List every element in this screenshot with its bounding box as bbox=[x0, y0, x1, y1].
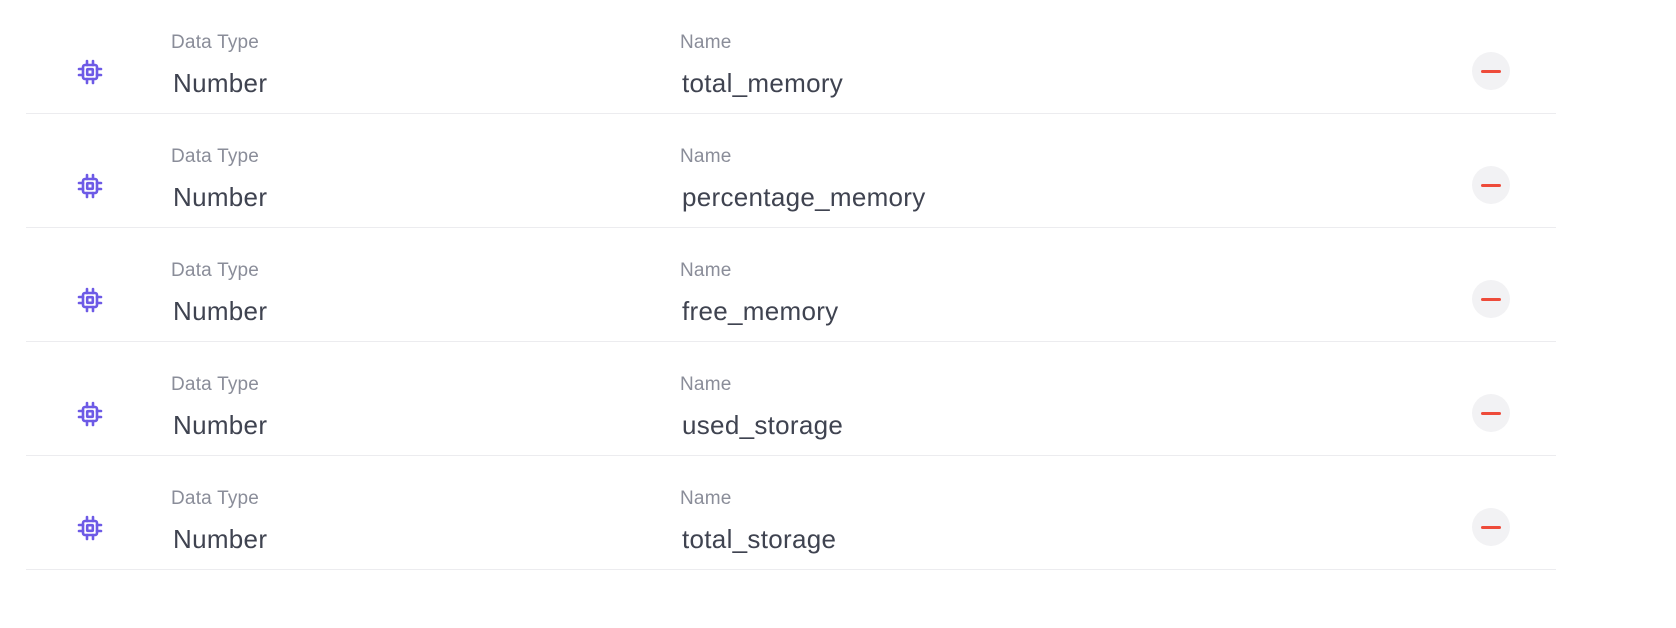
data-type-value[interactable]: Number bbox=[173, 296, 267, 327]
remove-field-button[interactable] bbox=[1472, 166, 1510, 204]
data-type-label: Data Type bbox=[171, 374, 260, 395]
chip-icon bbox=[77, 173, 103, 199]
chip-icon bbox=[77, 515, 103, 541]
name-value[interactable]: free_memory bbox=[682, 296, 838, 327]
field-list: Data Type Number Name total_memory Data … bbox=[26, 0, 1556, 570]
remove-field-button[interactable] bbox=[1472, 280, 1510, 318]
chip-icon bbox=[77, 287, 103, 313]
data-type-value[interactable]: Number bbox=[173, 524, 267, 555]
field-row: Data Type Number Name free_memory bbox=[26, 228, 1556, 342]
remove-field-button[interactable] bbox=[1472, 394, 1510, 432]
field-row: Data Type Number Name percentage_memory bbox=[26, 114, 1556, 228]
chip-icon bbox=[77, 59, 103, 85]
data-type-value[interactable]: Number bbox=[173, 68, 267, 99]
minus-icon bbox=[1481, 525, 1501, 529]
minus-icon bbox=[1481, 69, 1501, 73]
minus-icon bbox=[1481, 411, 1501, 415]
name-value[interactable]: percentage_memory bbox=[682, 182, 926, 213]
data-type-value[interactable]: Number bbox=[173, 182, 267, 213]
data-type-value[interactable]: Number bbox=[173, 410, 267, 441]
minus-icon bbox=[1481, 183, 1501, 187]
remove-field-button[interactable] bbox=[1472, 508, 1510, 546]
name-value[interactable]: used_storage bbox=[682, 410, 843, 441]
name-label: Name bbox=[680, 488, 732, 509]
field-row: Data Type Number Name total_storage bbox=[26, 456, 1556, 570]
data-type-label: Data Type bbox=[171, 32, 260, 53]
remove-field-button[interactable] bbox=[1472, 52, 1510, 90]
data-type-label: Data Type bbox=[171, 260, 260, 281]
chip-icon bbox=[77, 401, 103, 427]
data-type-label: Data Type bbox=[171, 146, 260, 167]
name-label: Name bbox=[680, 32, 732, 53]
name-label: Name bbox=[680, 146, 732, 167]
name-value[interactable]: total_storage bbox=[682, 524, 836, 555]
data-type-label: Data Type bbox=[171, 488, 260, 509]
field-row: Data Type Number Name total_memory bbox=[26, 0, 1556, 114]
name-value[interactable]: total_memory bbox=[682, 68, 843, 99]
name-label: Name bbox=[680, 260, 732, 281]
field-row: Data Type Number Name used_storage bbox=[26, 342, 1556, 456]
name-label: Name bbox=[680, 374, 732, 395]
minus-icon bbox=[1481, 297, 1501, 301]
